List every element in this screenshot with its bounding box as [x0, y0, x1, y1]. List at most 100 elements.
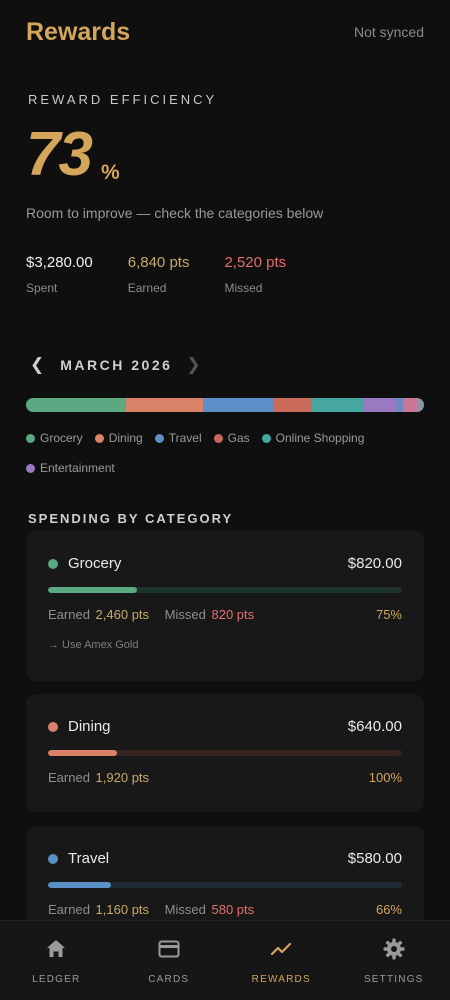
category-title: Dining	[48, 718, 111, 735]
category-progress-fill	[48, 587, 137, 593]
category-efficiency: 100%	[368, 770, 402, 785]
earned-label: Earned	[48, 770, 90, 785]
category-name: Dining	[68, 718, 111, 735]
category-progress-track	[48, 587, 402, 593]
category-points: Earned 1,160 pts Missed 580 pts	[48, 902, 256, 917]
category-meta: Earned 2,460 pts Missed 820 pts 75%	[48, 607, 402, 622]
category-meta: Earned 1,920 pts 100%	[48, 770, 402, 785]
trend-icon	[271, 942, 292, 956]
spending-segment	[311, 398, 364, 412]
category-progress-track	[48, 882, 402, 888]
spending-segment	[363, 398, 395, 412]
chevron-left-icon[interactable]: ❮	[30, 355, 44, 375]
category-progress-fill	[48, 882, 111, 888]
stat-spent-value: $3,280.00	[26, 254, 93, 271]
nav-label: REWARDS	[251, 974, 311, 985]
stat-missed: 2,520 pts Missed	[224, 254, 286, 295]
spending-breakdown-bar	[26, 398, 424, 412]
earned-points: 2,460 pts	[95, 607, 150, 622]
efficiency-hint: Room to improve — check the categories b…	[26, 205, 324, 221]
spending-segment	[26, 398, 126, 412]
efficiency-value: 73 %	[26, 122, 120, 188]
category-color-dot	[48, 558, 58, 569]
rewards-screen: Rewards Not synced REWARD EFFICIENCY 73 …	[0, 0, 450, 1000]
legend-dot	[26, 433, 35, 443]
legend-item: Entertainment	[26, 458, 115, 478]
nav-item-rewards[interactable]: REWARDS	[225, 921, 338, 1000]
section-title: SPENDING BY CATEGORY	[28, 511, 234, 526]
chevron-right-icon[interactable]: ❯	[186, 355, 200, 375]
nav-item-settings[interactable]: SETTINGS	[338, 921, 450, 1000]
legend-item: Grocery	[26, 428, 83, 448]
legend-label: Gas	[227, 431, 250, 445]
month-navigator: ❮ MARCH 2026 ❯	[30, 354, 201, 376]
earned-points: 1,160 pts	[95, 902, 150, 917]
bottom-nav: LEDGER CARDS REWARDS SETTINGS	[0, 920, 450, 1000]
legend-label: Grocery	[40, 431, 83, 445]
legend-item: Online Shopping	[261, 428, 365, 448]
earned-points: 1,920 pts	[95, 770, 150, 785]
stat-missed-label: Missed	[224, 281, 263, 295]
category-meta: Earned 1,160 pts Missed 580 pts 66%	[48, 902, 402, 917]
category-card-dining[interactable]: Dining $640.00 Earned 1,920 pts 100%	[26, 694, 424, 812]
efficiency-label: REWARD EFFICIENCY	[28, 92, 218, 107]
missed-points: 820 pts	[211, 607, 255, 622]
legend-dot	[26, 463, 35, 473]
legend-dot	[94, 433, 104, 443]
spending-segment	[394, 398, 403, 412]
legend-item: Dining	[94, 428, 143, 448]
sync-status[interactable]: Not synced	[354, 24, 424, 40]
legend-label: Entertainment	[40, 461, 115, 475]
spending-segment	[273, 398, 312, 412]
legend-label: Online Shopping	[275, 431, 365, 445]
summary-stats: $3,280.00 Spent 6,840 pts Earned 2,520 p…	[26, 254, 321, 295]
legend-dot	[261, 433, 271, 443]
nav-label: SETTINGS	[363, 974, 424, 985]
stat-earned: 6,840 pts Earned	[128, 254, 190, 295]
home-icon	[47, 940, 66, 957]
efficiency-number: 73	[26, 120, 93, 189]
stat-spent: $3,280.00 Spent	[26, 254, 93, 295]
category-name: Travel	[68, 850, 110, 867]
nav-label: LEDGER	[32, 974, 81, 985]
legend-dot	[154, 433, 164, 443]
category-points: Earned 2,460 pts Missed 820 pts	[48, 607, 256, 622]
category-amount: $580.00	[347, 850, 402, 867]
stat-earned-label: Earned	[127, 281, 167, 295]
spending-segment	[125, 398, 204, 412]
missed-points: 580 pts	[211, 902, 255, 917]
legend-item: Gas	[213, 428, 250, 448]
category-color-dot	[48, 853, 58, 864]
spending-segment	[402, 398, 417, 412]
nav-item-ledger[interactable]: LEDGER	[0, 921, 113, 1000]
category-points: Earned 1,920 pts	[48, 770, 151, 785]
category-title: Grocery	[48, 555, 121, 572]
category-amount: $640.00	[347, 718, 402, 735]
card-icon	[158, 940, 180, 958]
missed-label: Missed	[164, 902, 206, 917]
nav-label: CARDS	[148, 974, 190, 985]
category-name: Grocery	[68, 555, 122, 572]
category-efficiency: 75%	[375, 607, 402, 622]
page-title: Rewards	[26, 17, 131, 46]
legend-dot	[213, 433, 223, 443]
category-progress-fill	[48, 750, 118, 756]
category-card-grocery[interactable]: Grocery $820.00 Earned 2,460 pts Missed …	[26, 531, 424, 681]
category-header: Travel $580.00	[48, 850, 402, 867]
category-color-dot	[48, 721, 58, 732]
legend-label: Travel	[168, 431, 202, 445]
category-header: Grocery $820.00	[48, 555, 402, 572]
stat-spent-label: Spent	[26, 281, 58, 295]
header: Rewards Not synced	[26, 14, 424, 50]
earned-label: Earned	[48, 607, 90, 622]
stat-missed-value: 2,520 pts	[224, 254, 287, 271]
gear-icon	[383, 938, 405, 960]
nav-item-cards[interactable]: CARDS	[113, 921, 226, 1000]
category-efficiency: 66%	[375, 902, 402, 917]
category-legend: Grocery Dining Travel Gas Online Shopping Ent…	[26, 428, 426, 488]
card-suggestion[interactable]: → Use Amex Gold	[48, 639, 138, 651]
legend-label: Dining	[108, 431, 143, 445]
stat-earned-value: 6,840 pts	[127, 254, 190, 271]
category-amount: $820.00	[347, 555, 402, 572]
spending-segment	[416, 398, 424, 412]
